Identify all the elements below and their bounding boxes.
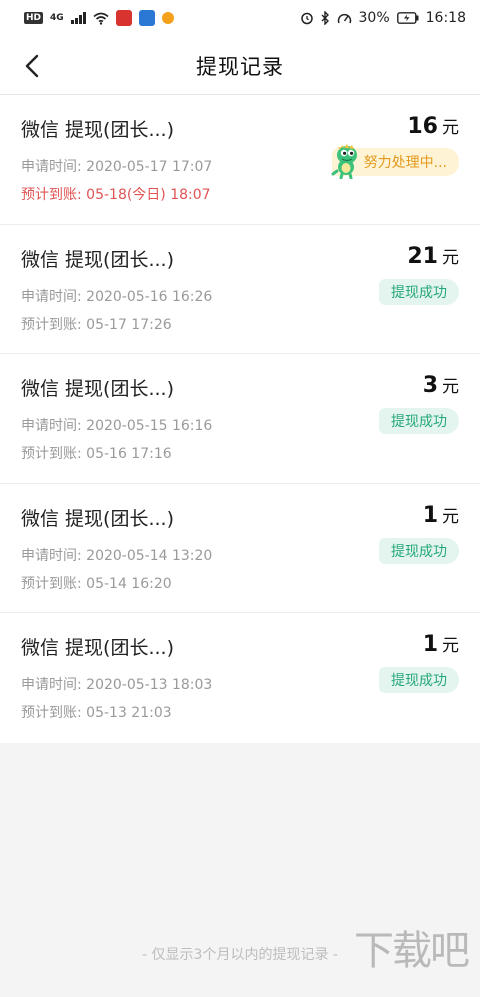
withdrawal-record-item[interactable]: 微信 提现(团长...) 16 元 申请时间: 2020-05-17 17:07… <box>0 95 480 225</box>
status-bar-right: 30% 16:18 <box>300 10 466 26</box>
status-badge-success: 提现成功 <box>379 278 459 305</box>
amount-value: 3 <box>422 373 438 398</box>
record-title: 微信 提现(团长...) <box>21 119 174 141</box>
status-badge-success: 提现成功 <box>379 408 459 434</box>
record-amount: 1 元 <box>423 502 459 528</box>
battery-charging-icon <box>396 12 419 24</box>
app-notification-icon <box>138 10 155 26</box>
amount-unit: 元 <box>442 118 459 138</box>
page-title: 提现记录 <box>196 55 284 79</box>
record-title: 微信 提现(团长...) <box>21 248 174 271</box>
expected-arrival: 预计到账: 05-16 17:16 <box>21 446 172 462</box>
bluetooth-icon <box>321 11 329 25</box>
applied-time: 申请时间: 2020-05-13 18:03 <box>21 677 213 693</box>
applied-time: 申请时间: 2020-05-15 16:16 <box>21 418 213 434</box>
expected-arrival: 预计到账: 05-18(今日) 18:07 <box>21 187 211 203</box>
withdrawal-record-item[interactable]: 微信 提现(团长...) 3 元 申请时间: 2020-05-15 16:16 … <box>0 354 480 484</box>
status-text: 努力处理中... <box>363 155 447 171</box>
applied-time: 申请时间: 2020-05-16 16:26 <box>21 288 213 305</box>
status-bar-left: HD 4G <box>24 10 174 26</box>
record-amount: 16 元 <box>407 113 459 139</box>
record-title: 微信 提现(团长...) <box>21 637 174 659</box>
withdrawal-record-item[interactable]: 微信 提现(团长...) 21 元 申请时间: 2020-05-16 16:26… <box>0 225 480 354</box>
amount-unit: 元 <box>442 247 459 268</box>
dinosaur-mascot-icon <box>331 144 357 179</box>
status-badge-success: 提现成功 <box>379 667 459 693</box>
record-amount: 1 元 <box>423 631 459 657</box>
signal-icon <box>70 12 86 24</box>
record-amount: 21 元 <box>407 243 459 269</box>
status-badge-success: 提现成功 <box>379 537 459 564</box>
expected-arrival: 预计到账: 05-14 16:20 <box>21 575 172 592</box>
clock-time: 16:18 <box>425 10 466 26</box>
watermark-logo: 下载吧 <box>354 928 470 974</box>
hd-badge: HD <box>24 12 44 24</box>
amount-value: 21 <box>407 243 438 269</box>
status-badge-processing: 努力处理中... <box>331 144 459 179</box>
expected-arrival: 预计到账: 05-17 17:26 <box>21 316 172 333</box>
withdrawal-record-item[interactable]: 微信 提现(团长...) 1 元 申请时间: 2020-05-14 13:20 … <box>0 484 480 613</box>
amount-unit: 元 <box>442 377 459 397</box>
withdrawal-record-item[interactable]: 微信 提现(团长...) 1 元 申请时间: 2020-05-13 18:03 … <box>0 613 480 743</box>
withdrawal-record-list: 微信 提现(团长...) 16 元 申请时间: 2020-05-17 17:07… <box>0 95 480 743</box>
app-notification-icon <box>115 10 132 26</box>
record-title: 微信 提现(团长...) <box>21 378 174 400</box>
applied-time: 申请时间: 2020-05-17 17:07 <box>21 159 213 175</box>
alarm-icon <box>300 12 313 25</box>
speed-gauge-icon <box>337 13 351 23</box>
amount-value: 1 <box>422 632 438 657</box>
record-title: 微信 提现(团长...) <box>21 507 174 530</box>
amount-value: 16 <box>407 114 438 139</box>
battery-percent: 30% <box>358 10 390 26</box>
applied-time: 申请时间: 2020-05-14 13:20 <box>21 547 213 564</box>
wifi-icon <box>93 12 109 25</box>
record-amount: 3 元 <box>423 372 459 398</box>
status-bar: HD 4G 30% 16:18 <box>0 0 480 36</box>
nav-header: 提现记录 <box>0 36 480 95</box>
amount-unit: 元 <box>442 636 459 656</box>
amount-value: 1 <box>422 502 438 528</box>
expected-arrival: 预计到账: 05-13 21:03 <box>21 705 172 721</box>
network-type: 4G <box>50 13 64 23</box>
app-notification-icon <box>161 12 174 24</box>
amount-unit: 元 <box>442 506 459 527</box>
